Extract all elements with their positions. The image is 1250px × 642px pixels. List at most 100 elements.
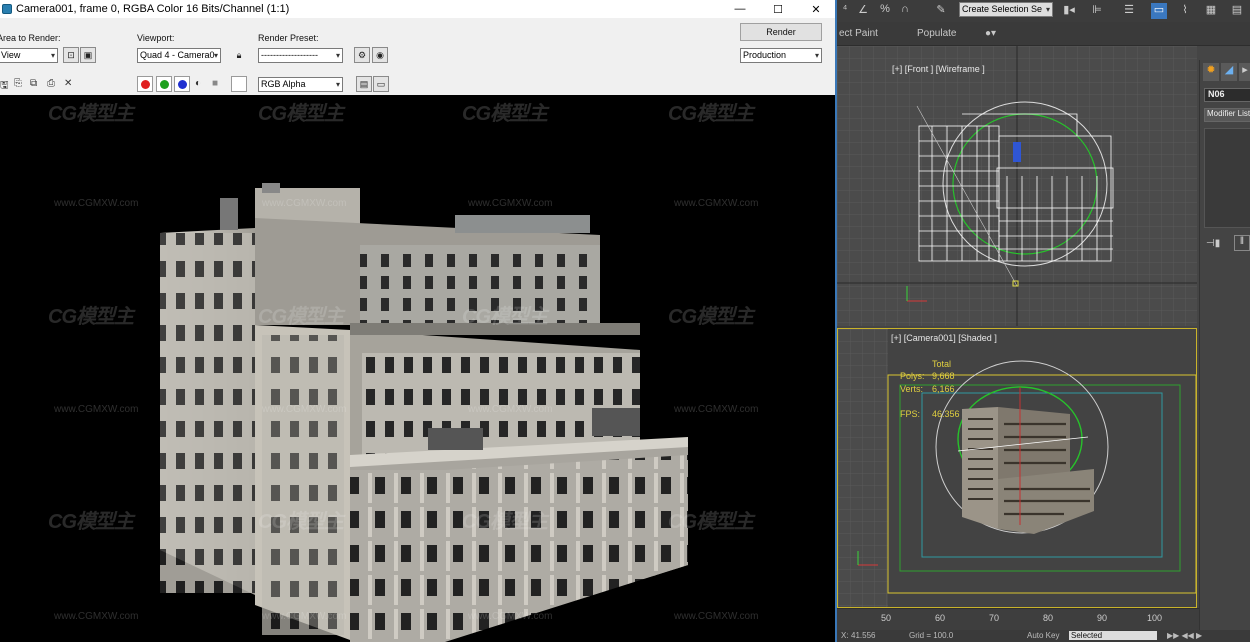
copy-image-icon[interactable]: ⎘: [14, 78, 22, 89]
edit-region-icon[interactable]: ⊡: [63, 47, 79, 63]
timeline-tick: 50: [881, 613, 892, 623]
clone-window-icon[interactable]: ⧉: [30, 78, 37, 89]
material-editor-icon[interactable]: ▦: [1203, 3, 1219, 19]
timeline-tick: 60: [935, 613, 946, 623]
tab-object-paint[interactable]: ect Paint: [839, 28, 878, 39]
create-tab-icon[interactable]: ✹: [1203, 63, 1219, 81]
front-wireframe-view: [837, 46, 1197, 326]
snap-toggle-icon[interactable]: ⁴: [837, 3, 853, 19]
minimize-button[interactable]: —: [721, 0, 759, 18]
toggle-ui-icon[interactable]: ▭: [373, 76, 389, 92]
chevron-down-icon: ▾: [50, 51, 55, 60]
ribbon-options-icon[interactable]: ●▾: [985, 28, 996, 39]
auto-key-button[interactable]: Auto Key: [1027, 631, 1059, 640]
green-channel-toggle[interactable]: [156, 76, 172, 92]
viewport-value: Quad 4 - Camera0: [140, 50, 215, 60]
modifier-list-dropdown[interactable]: Modifier List: [1204, 108, 1250, 122]
stats-header: Total: [932, 359, 952, 369]
playback-controls[interactable]: ▶▶ ◀◀ ▶: [1167, 631, 1202, 640]
verts-label: Verts:: [900, 384, 924, 394]
watermark-logo: CG模型主: [258, 103, 344, 125]
viewport-dropdown[interactable]: Quad 4 - Camera0 ▾: [137, 48, 221, 63]
front-viewport[interactable]: [+] [Front ] [Wireframe ]: [837, 46, 1197, 326]
print-icon[interactable]: ⎙: [47, 78, 55, 89]
align-icon[interactable]: ⊫: [1089, 3, 1105, 19]
ribbon-tabs: ect Paint Populate ●▾: [837, 22, 1250, 46]
render-preset-value: -------------------: [261, 50, 318, 60]
app-icon: [2, 4, 12, 14]
camera-viewport[interactable]: [+] [Camera001] [Shaded ] Total Polys: 9…: [837, 328, 1197, 608]
rendered-building-image: [160, 183, 688, 642]
close-button[interactable]: ✕: [797, 0, 835, 18]
camera-viewport-label[interactable]: [+] [Camera001] [Shaded ]: [891, 333, 997, 343]
rendered-frame-window: Camera001, frame 0, RGBA Color 16 Bits/C…: [0, 0, 835, 642]
chevron-down-icon: ▾: [335, 51, 340, 60]
render-setup-icon[interactable]: ▤: [1229, 3, 1245, 19]
camera-shaded-view: [838, 329, 1196, 607]
percent-snap-icon[interactable]: %: [877, 3, 893, 19]
save-image-icon[interactable]: 🖫: [0, 78, 9, 95]
show-end-result-icon[interactable]: ‖: [1234, 235, 1250, 251]
watermark-logo: CG模型主: [668, 306, 754, 328]
curve-editor-icon[interactable]: ⌇: [1177, 3, 1193, 19]
tab-populate[interactable]: Populate: [917, 28, 956, 39]
watermark-logo: CG模型主: [462, 306, 548, 328]
named-selection-dropdown[interactable]: Create Selection Se ▾: [959, 2, 1053, 17]
watermark-logo: CG模型主: [48, 511, 134, 533]
lock-icon[interactable]: 🔒︎: [231, 47, 247, 63]
object-name-field[interactable]: N06: [1204, 88, 1250, 102]
blue-channel-toggle[interactable]: [174, 76, 190, 92]
x-coordinate-label: X:: [841, 631, 849, 640]
watermark-logo: CG模型主: [48, 306, 134, 328]
render-preset-dropdown[interactable]: ------------------- ▾: [258, 48, 343, 63]
monochrome-icon[interactable]: ■: [212, 78, 218, 89]
background-swatch[interactable]: [231, 76, 247, 92]
layer-explorer-icon[interactable]: ☰: [1121, 3, 1137, 19]
title-bar: Camera001, frame 0, RGBA Color 16 Bits/C…: [0, 0, 835, 18]
pin-stack-icon[interactable]: ⊣▮: [1206, 238, 1220, 249]
grid-label: Grid = 100.0: [909, 631, 954, 640]
chevron-down-icon: ▾: [213, 51, 218, 60]
watermark-logo: CG模型主: [258, 511, 344, 533]
watermark-url: www.CGMXW.com: [262, 198, 347, 209]
edit-named-selection-icon[interactable]: ✎: [933, 3, 949, 19]
render-preset-label: Render Preset:: [258, 33, 319, 43]
watermark-url: www.CGMXW.com: [262, 611, 347, 622]
red-channel-toggle[interactable]: [137, 76, 153, 92]
timeline-tick: 100: [1147, 613, 1163, 623]
timeline[interactable]: 50 60 70 80 90 100: [837, 608, 1199, 630]
production-dropdown[interactable]: Production ▾: [740, 48, 822, 63]
watermark-url: www.CGMXW.com: [54, 611, 139, 622]
chevron-down-icon: ▾: [1045, 5, 1050, 14]
scene-explorer-icon[interactable]: ▭: [1151, 3, 1167, 19]
x-coordinate-value[interactable]: 41.556: [851, 631, 875, 640]
modify-tab-icon[interactable]: ◢: [1221, 63, 1237, 81]
main-toolbar: ⁴ ∠ % ∩ ✎ Create Selection Se ▾ ▮◂ ⊫ ☰ ▭ …: [837, 0, 1250, 22]
angle-snap-icon[interactable]: ∠: [855, 3, 871, 19]
alpha-channel-icon[interactable]: ◐: [195, 78, 201, 89]
watermark-logo: CG模型主: [258, 306, 344, 328]
selected-dropdown[interactable]: Selected: [1069, 631, 1157, 640]
render-button[interactable]: Render: [740, 23, 822, 41]
channel-display-dropdown[interactable]: RGB Alpha ▾: [258, 77, 343, 92]
modifier-stack[interactable]: [1204, 128, 1250, 228]
area-to-render-dropdown[interactable]: View ▾: [0, 48, 58, 63]
watermark-logo: CG模型主: [48, 103, 134, 125]
spinner-snap-icon[interactable]: ∩: [897, 3, 913, 19]
mirror-icon[interactable]: ▮◂: [1061, 3, 1077, 19]
maximize-button[interactable]: ☐: [759, 0, 797, 18]
named-selection-value: Create Selection Se: [962, 4, 1043, 14]
watermark-url: www.CGMXW.com: [262, 404, 347, 415]
front-viewport-label[interactable]: [+] [Front ] [Wireframe ]: [892, 64, 985, 74]
render-setup-icon[interactable]: ⚙: [354, 47, 370, 63]
status-bar: X: 41.556 Grid = 100.0 Auto Key Selected…: [837, 630, 1250, 642]
auto-region-icon[interactable]: ▣: [80, 47, 96, 63]
hierarchy-tab-icon[interactable]: ▸: [1239, 63, 1250, 81]
toggle-ui-overlay-icon[interactable]: ▤: [356, 76, 372, 92]
max-main-window: ⁴ ∠ % ∩ ✎ Create Selection Se ▾ ▮◂ ⊫ ☰ ▭ …: [835, 0, 1250, 642]
watermark-url: www.CGMXW.com: [468, 198, 553, 209]
clear-icon[interactable]: ✕: [64, 78, 72, 89]
watermark-logo: CG模型主: [668, 103, 754, 125]
environment-icon[interactable]: ◉: [372, 47, 388, 63]
watermark-url: www.CGMXW.com: [54, 198, 139, 209]
